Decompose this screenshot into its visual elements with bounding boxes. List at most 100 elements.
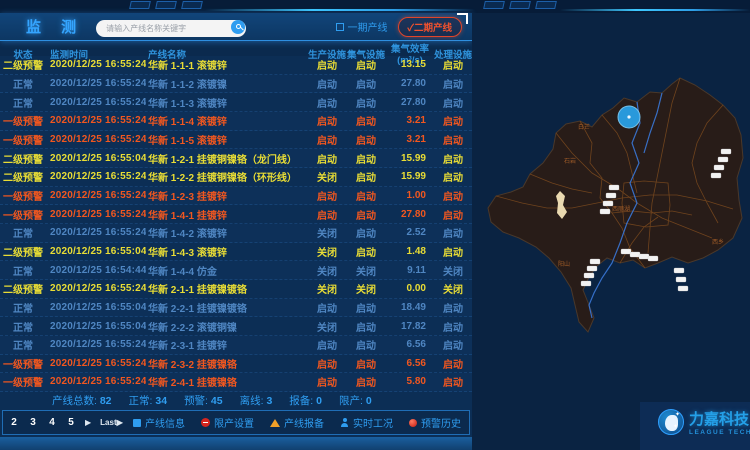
cell-prod: 关闭 (308, 225, 346, 240)
cell-time: 2020/12/25 16:55:24 (46, 283, 146, 294)
cell-treat: 启动 (434, 132, 472, 147)
page-button[interactable]: 2 (9, 417, 19, 428)
cell-treat: 启动 (434, 95, 472, 110)
cell-name: 华新 1-1-4 滚镀锌 (146, 113, 308, 128)
table-row[interactable]: 一级预警2020/12/25 16:55:24华新 1-1-4 滚镀锌启动启动3… (0, 112, 472, 131)
page-button[interactable]: 3 (28, 417, 38, 428)
cell-eff: 0.00 (386, 283, 434, 294)
table-rows: 二级预警2020/12/25 16:55:24华新 1-1-1 滚镀锌启动启动1… (0, 56, 472, 392)
table-row[interactable]: 二级预警2020/12/25 16:55:24华新 1-2-2 挂镀铜镍铬（环形… (0, 168, 472, 187)
cell-prod: 启动 (308, 337, 346, 352)
cell-time: 2020/12/25 16:55:24 (46, 59, 146, 70)
cell-treat: 启动 (434, 319, 472, 334)
cell-time: 2020/12/25 16:55:24 (46, 115, 146, 126)
cell-gas: 关闭 (346, 263, 386, 278)
cell-gas: 启动 (346, 151, 386, 166)
cell-treat: 关闭 (434, 263, 472, 278)
company-logo: ✦✦ 力嘉科技 LEAGUE TECH (658, 408, 750, 436)
phase1-checkbox[interactable]: 一期产线 (336, 19, 388, 34)
cell-gas: 启动 (346, 169, 386, 184)
cell-status: 正常 (0, 76, 46, 91)
cell-status: 正常 (0, 263, 46, 278)
legend-buttons: 产线信息 限产设置 产线报备 实时工况 预警历史 (133, 415, 461, 430)
search-box (96, 18, 246, 35)
table-row[interactable]: 一级预警2020/12/25 16:55:24华新 1-4-1 挂镀锌启动启动2… (0, 205, 472, 224)
cell-gas: 启动 (346, 76, 386, 91)
cell-eff: 17.82 (386, 321, 434, 332)
top-decor-strip (0, 0, 750, 13)
logo-subtitle: LEAGUE TECH (689, 429, 750, 436)
cell-treat: 启动 (434, 57, 472, 72)
legend-label: 限产设置 (214, 415, 254, 430)
cell-prod: 启动 (308, 113, 346, 128)
page-button[interactable]: 5 (66, 417, 76, 428)
search-input[interactable] (96, 20, 246, 37)
table-row[interactable]: 正常2020/12/25 16:55:24华新 2-3-1 挂镀锌启动启动6.5… (0, 336, 472, 355)
cell-time: 2020/12/25 16:55:24 (46, 190, 146, 201)
table-row[interactable]: 正常2020/12/25 16:55:04华新 2-2-2 滚镀铜镍关闭启动17… (0, 317, 472, 336)
cell-name: 华新 2-3-2 挂镀镍铬 (146, 356, 308, 371)
battlement-decor (484, 1, 556, 9)
map-area-label: 西丽湖 (612, 205, 630, 213)
table-row[interactable]: 正常2020/12/25 16:55:24华新 1-4-2 滚镀锌关闭启动2.5… (0, 224, 472, 243)
cell-prod: 启动 (308, 188, 346, 203)
cell-prod: 启动 (308, 95, 346, 110)
cell-status: 一级预警 (0, 356, 46, 371)
search-button[interactable] (231, 20, 245, 34)
cell-time: 2020/12/25 16:55:24 (46, 97, 146, 108)
district-map[interactable]: 白芒 石岩 西丽湖 阳山 西乡 (472, 13, 750, 450)
cell-eff: 6.56 (386, 358, 434, 369)
cell-eff: 27.80 (386, 209, 434, 220)
map-area-label: 阳山 (558, 260, 570, 268)
cell-treat: 关闭 (434, 281, 472, 296)
cell-status: 一级预警 (0, 132, 46, 147)
table-row[interactable]: 一级预警2020/12/25 16:55:24华新 1-2-3 挂镀锌启动启动1… (0, 187, 472, 206)
cell-prod: 关闭 (308, 281, 346, 296)
table-row[interactable]: 二级预警2020/12/25 16:55:24华新 2-1-1 挂镀镍镀铬关闭关… (0, 280, 472, 299)
cell-treat: 启动 (434, 337, 472, 352)
legend-label: 预警历史 (421, 415, 461, 430)
pagination: 2345 ▶ Last▶ (9, 417, 123, 428)
table-row[interactable]: 一级预警2020/12/25 16:55:24华新 1-1-5 滚镀锌启动启动3… (0, 131, 472, 150)
legend-button-square-blue[interactable]: 产线信息 (133, 415, 185, 430)
table-row[interactable]: 二级预警2020/12/25 16:55:04华新 1-4-3 滚镀锌关闭启动1… (0, 243, 472, 262)
cell-name: 华新 1-4-1 挂镀锌 (146, 207, 308, 222)
table-row[interactable]: 正常2020/12/25 16:55:24华新 1-1-2 滚镀镍启动启动27.… (0, 75, 472, 94)
cell-gas: 关闭 (346, 281, 386, 296)
summary-item: 离线: 3 (240, 393, 273, 408)
cell-eff: 9.11 (386, 265, 434, 276)
cell-eff: 18.49 (386, 302, 434, 313)
cell-eff: 1.00 (386, 190, 434, 201)
cell-prod: 启动 (308, 374, 346, 389)
cell-treat: 启动 (434, 151, 472, 166)
cell-eff: 13.15 (386, 59, 434, 70)
page-button[interactable]: 4 (47, 417, 57, 428)
cell-eff: 5.80 (386, 376, 434, 387)
cell-status: 二级预警 (0, 281, 46, 296)
district-polygon (488, 78, 743, 332)
legend-button-circle-red[interactable]: 限产设置 (201, 415, 254, 430)
cluster-marker[interactable] (618, 106, 640, 128)
cell-treat: 启动 (434, 300, 472, 315)
table-row[interactable]: 正常2020/12/25 16:55:04华新 2-2-1 挂镀镍镀铬启动启动1… (0, 299, 472, 318)
cell-name: 华新 1-1-3 滚镀锌 (146, 95, 308, 110)
table-row[interactable]: 二级预警2020/12/25 16:55:04华新 1-2-1 挂镀铜镍铬（龙门… (0, 149, 472, 168)
table-row[interactable]: 正常2020/12/25 16:55:24华新 1-1-3 滚镀锌启动启动27.… (0, 93, 472, 112)
cell-eff: 3.21 (386, 115, 434, 126)
cell-gas: 启动 (346, 244, 386, 259)
last-page-button[interactable]: Last▶ (100, 418, 123, 427)
phase2-button[interactable]: ✓二期产线 (398, 17, 463, 37)
cell-prod: 启动 (308, 76, 346, 91)
table-row[interactable]: 一级预警2020/12/25 16:55:24华新 2-4-1 挂镀镍铬启动启动… (0, 373, 472, 392)
next-page-button[interactable]: ▶ (85, 418, 91, 427)
table-row[interactable]: 正常2020/12/25 16:54:44华新 1-4-4 仿金关闭关闭9.11… (0, 261, 472, 280)
legend-button-dot-red[interactable]: 预警历史 (409, 415, 461, 430)
cell-name: 华新 1-1-2 滚镀镍 (146, 76, 308, 91)
cell-eff: 15.99 (386, 171, 434, 182)
table-row[interactable]: 二级预警2020/12/25 16:55:24华新 1-1-1 滚镀锌启动启动1… (0, 56, 472, 75)
cell-time: 2020/12/25 16:55:24 (46, 227, 146, 238)
legend-button-triangle-orange[interactable]: 产线报备 (270, 415, 324, 430)
legend-button-person-blue[interactable]: 实时工况 (340, 415, 393, 430)
table-row[interactable]: 一级预警2020/12/25 16:55:24华新 2-3-2 挂镀镍铬启动启动… (0, 355, 472, 374)
cell-treat: 启动 (434, 188, 472, 203)
